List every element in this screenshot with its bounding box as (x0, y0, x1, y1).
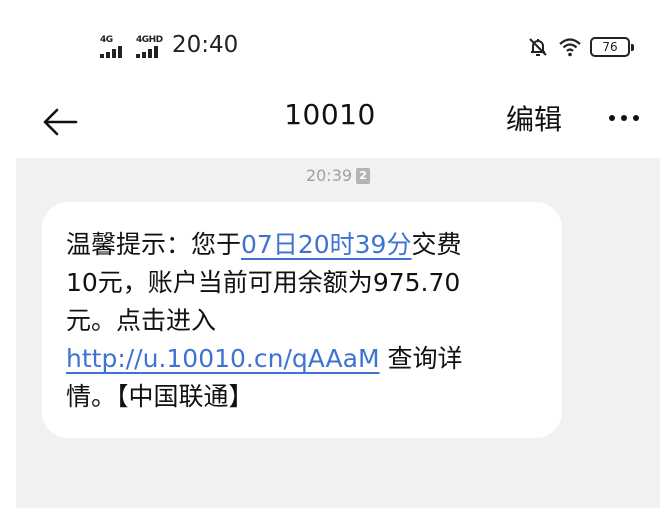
message-text-part: 元。点击进入 (66, 306, 217, 335)
status-time: 20:40 (172, 32, 239, 58)
signal-group: 4G 4GHD (100, 34, 166, 60)
more-button[interactable] (602, 100, 646, 136)
conversation-header: 10010 编辑 (0, 90, 660, 150)
sim-card-icon: 2 (356, 167, 371, 184)
mute-bell-icon (529, 38, 547, 56)
signal-icon: 4G (100, 35, 130, 60)
network-type-1: 4G (100, 35, 113, 45)
signal-icon: 4GHD (136, 35, 166, 60)
message-text-part: 交费 (411, 230, 462, 259)
message-text-part: 查询详 (379, 344, 463, 373)
url-link[interactable]: http://u.10010.cn/qAAaM (66, 344, 380, 373)
wifi-icon (559, 38, 581, 57)
battery-icon: 76 (590, 37, 634, 57)
message-bubble[interactable]: 温馨提示：您于07日20时39分交费 10元，账户当前可用余额为975.70 元… (42, 202, 562, 438)
status-icons: 76 (526, 34, 634, 60)
more-icon (609, 115, 615, 121)
message-text-part: 温馨提示：您于 (66, 230, 242, 259)
status-bar: 4G 4GHD 20:40 76 (0, 0, 660, 90)
message-time: 20:39 (305, 166, 353, 185)
message-text-part: 情。【中国联通】 (66, 382, 254, 411)
message-text: 温馨提示：您于07日20时39分交费 10元，账户当前可用余额为975.70 元… (66, 226, 540, 416)
message-list[interactable]: 20:39 2 温馨提示：您于07日20时39分交费 10元，账户当前可用余额为… (16, 158, 660, 508)
edit-button[interactable]: 编辑 (506, 98, 562, 138)
network-type-2: 4GHD (136, 35, 163, 45)
message-text-part: 10元，账户当前可用余额为975.70 (66, 268, 461, 297)
date-link[interactable]: 07日20时39分 (241, 230, 411, 259)
battery-level: 76 (602, 40, 618, 54)
message-timestamp: 20:39 2 (16, 166, 660, 185)
